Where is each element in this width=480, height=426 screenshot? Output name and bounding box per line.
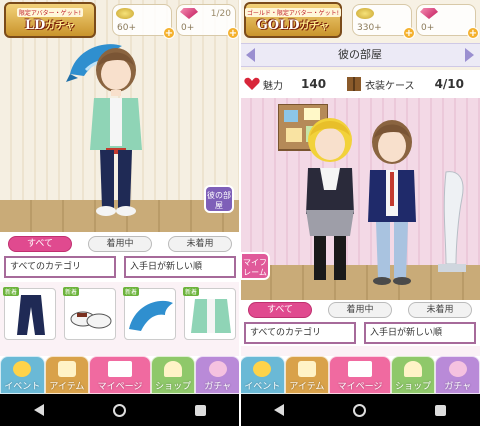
tab-wearing[interactable]: 着用中 <box>328 302 392 318</box>
add-gem-button[interactable]: + <box>467 27 479 39</box>
wardrobe-icon <box>347 77 362 91</box>
nav-mypage[interactable]: マイページ <box>329 356 391 394</box>
nav-item[interactable]: アイテム <box>284 356 330 394</box>
gem-icon <box>420 8 438 19</box>
item-grid: 新着 新着 新着 新着 <box>0 282 240 356</box>
book-icon <box>108 361 132 377</box>
sort-select[interactable]: 入手日が新しい順 <box>364 322 476 344</box>
heart-icon <box>244 77 260 90</box>
bottom-nav: イベント アイテム マイページ ショップ ガチャ <box>240 356 480 394</box>
overlay-counter: 1/20 <box>210 9 231 19</box>
back-icon[interactable] <box>34 404 45 416</box>
item-shoes[interactable]: 新着 <box>63 287 116 340</box>
shoes-icon <box>70 311 112 329</box>
nav-gacha[interactable]: ガチャ <box>195 356 240 394</box>
prev-room-arrow-icon[interactable] <box>246 48 255 62</box>
tab-all[interactable]: すべて <box>248 302 312 318</box>
charm-value: 140 <box>301 77 327 91</box>
my-frame-button[interactable]: マイフレーム <box>240 252 270 280</box>
his-room-button[interactable]: 彼の部屋 <box>204 185 234 213</box>
nav-gacha[interactable]: ガチャ <box>435 356 480 394</box>
back-icon[interactable] <box>274 404 285 416</box>
item-pants[interactable]: 新着 <box>3 287 56 340</box>
gold-gacha-banner[interactable]: ゴールド・限定アバター・ゲット! GOLDガチャ <box>244 2 342 38</box>
item-jacket[interactable]: 新着 <box>183 287 236 340</box>
nav-event[interactable]: イベント <box>0 356 45 394</box>
filter-tabs: すべて 着用中 未着用 <box>240 300 480 320</box>
add-coin-button[interactable]: + <box>403 27 415 39</box>
nav-item[interactable]: アイテム <box>44 356 90 394</box>
add-coin-button[interactable]: + <box>163 27 175 39</box>
room-title: 彼の部屋 <box>338 48 382 61</box>
dolphin-icon <box>129 300 173 331</box>
item-icon <box>57 361 76 377</box>
avatar-blonde[interactable] <box>300 110 360 288</box>
gem-counter[interactable]: 0+ + 1/20 <box>176 4 239 39</box>
room-header: 彼の部屋 <box>240 43 480 67</box>
home-icon[interactable] <box>112 403 126 417</box>
coin-icon <box>356 8 374 19</box>
bear-icon <box>448 361 467 377</box>
event-icon <box>253 361 272 377</box>
coin-counter[interactable]: 60+ + <box>112 4 175 39</box>
item-icon <box>297 361 316 377</box>
bear-icon <box>208 361 227 377</box>
mannequin-stand <box>438 171 466 272</box>
tab-wearing[interactable]: 着用中 <box>88 236 152 252</box>
tab-not-wearing[interactable]: 未着用 <box>168 236 232 252</box>
banner-sub: ゴールド・限定アバター・ゲット! <box>244 7 342 17</box>
sort-controls: すべてのカテゴリ 入手日が新しい順 <box>240 322 480 346</box>
item-dolphin[interactable]: 新着 <box>123 287 176 340</box>
event-icon <box>13 361 32 377</box>
top-bar: ゴールド・限定アバター・ゲット! GOLDガチャ 330+ + 0+ + <box>240 0 480 40</box>
book-icon <box>348 361 372 377</box>
room-stats: 魅力 140 衣装ケース 4/10 <box>240 70 480 98</box>
sort-select[interactable]: 入手日が新しい順 <box>124 256 236 278</box>
nav-mypage[interactable]: マイページ <box>89 356 151 394</box>
shop-icon <box>404 361 423 377</box>
add-gem-button[interactable]: + <box>227 27 239 39</box>
sort-controls: すべてのカテゴリ 入手日が新しい順 <box>0 256 240 280</box>
category-select[interactable]: すべてのカテゴリ <box>244 322 356 344</box>
android-nav-bar <box>240 394 480 426</box>
jacket-icon <box>191 299 231 333</box>
banner-title: GOLDガチャ <box>256 17 330 33</box>
ld-gacha-banner[interactable]: 限定アバター・ゲット! LDガチャ <box>4 2 96 38</box>
filter-tabs: すべて 着用中 未着用 <box>0 234 240 254</box>
next-room-arrow-icon[interactable] <box>465 48 474 62</box>
nav-shop[interactable]: ショップ <box>150 356 196 394</box>
recent-apps-icon[interactable] <box>434 404 446 416</box>
gem-icon <box>180 8 198 19</box>
wardrobe-value: 4/10 <box>434 77 464 91</box>
nav-shop[interactable]: ショップ <box>390 356 436 394</box>
tab-all[interactable]: すべて <box>8 236 72 252</box>
shop-icon <box>164 361 183 377</box>
tab-not-wearing[interactable]: 未着用 <box>408 302 472 318</box>
avatar-brown[interactable] <box>364 112 420 288</box>
recent-apps-icon[interactable] <box>194 404 206 416</box>
category-select[interactable]: すべてのカテゴリ <box>4 256 116 278</box>
banner-title: LDガチャ <box>24 17 76 33</box>
pants-icon <box>17 295 45 335</box>
home-icon[interactable] <box>352 403 366 417</box>
top-bar: 限定アバター・ゲット! LDガチャ 60+ + 0+ + 1/20 <box>0 0 240 40</box>
coin-icon <box>116 8 134 19</box>
nav-event[interactable]: イベント <box>240 356 285 394</box>
avatar-character[interactable] <box>84 40 148 218</box>
left-screen: 限定アバター・ゲット! LDガチャ 60+ + 0+ + 1/20 彼の部屋 す… <box>0 0 240 426</box>
android-nav-bar <box>0 394 240 426</box>
banner-sub: 限定アバター・ゲット! <box>16 7 84 17</box>
bottom-nav: イベント アイテム マイページ ショップ ガチャ <box>0 356 240 394</box>
gem-counter[interactable]: 0+ + <box>416 4 479 39</box>
coin-counter[interactable]: 330+ + <box>352 4 415 39</box>
right-screen: ゴールド・限定アバター・ゲット! GOLDガチャ 330+ + 0+ + 彼の部… <box>240 0 480 426</box>
